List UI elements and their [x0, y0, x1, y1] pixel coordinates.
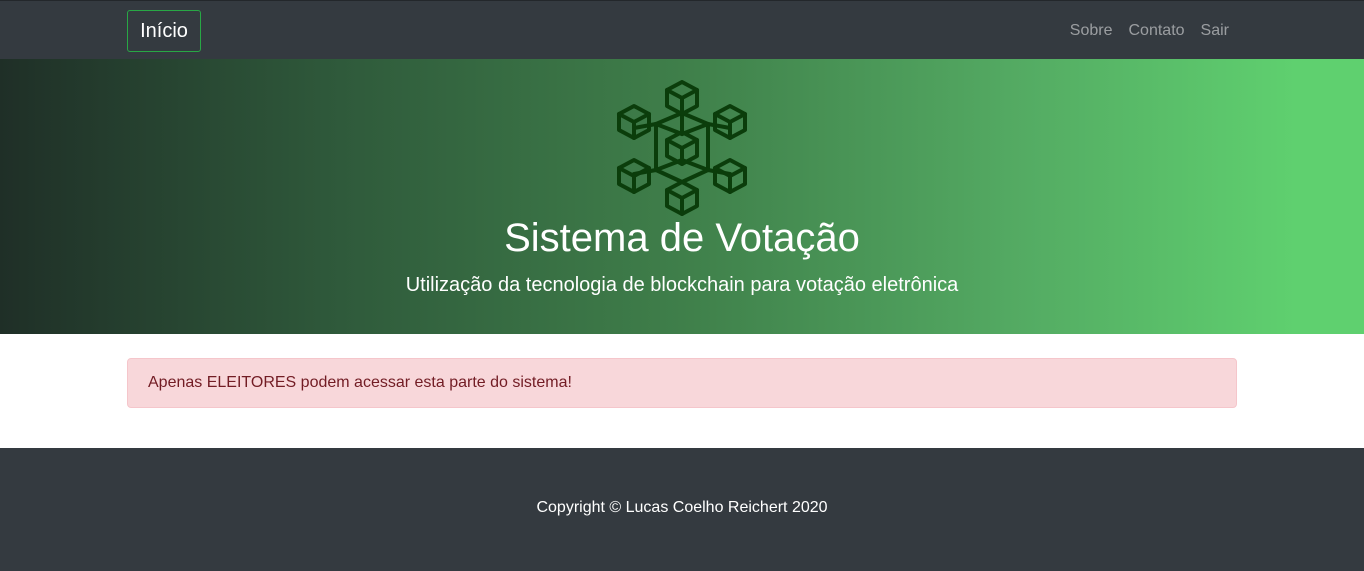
page-footer: Copyright © Lucas Coelho Reichert 2020 — [0, 448, 1364, 571]
nav-link-sobre[interactable]: Sobre — [1062, 20, 1121, 42]
access-denied-alert: Apenas ELEITORES podem acessar esta part… — [127, 358, 1237, 408]
brand-home-link[interactable]: Início — [127, 10, 201, 52]
nav-link-contato[interactable]: Contato — [1121, 20, 1193, 42]
nav-link-sair[interactable]: Sair — [1193, 20, 1237, 42]
nav-links: Sobre Contato Sair — [1062, 20, 1237, 42]
page-title: Sistema de Votação — [504, 216, 860, 260]
copyright-text: Copyright © Lucas Coelho Reichert 2020 — [536, 499, 828, 516]
page-subtitle: Utilização da tecnologia de blockchain p… — [405, 274, 959, 296]
blockchain-cubes-icon — [617, 80, 747, 216]
top-navbar: Início Sobre Contato Sair — [0, 0, 1364, 59]
hero-banner: Sistema de Votação Utilização da tecnolo… — [0, 59, 1364, 334]
